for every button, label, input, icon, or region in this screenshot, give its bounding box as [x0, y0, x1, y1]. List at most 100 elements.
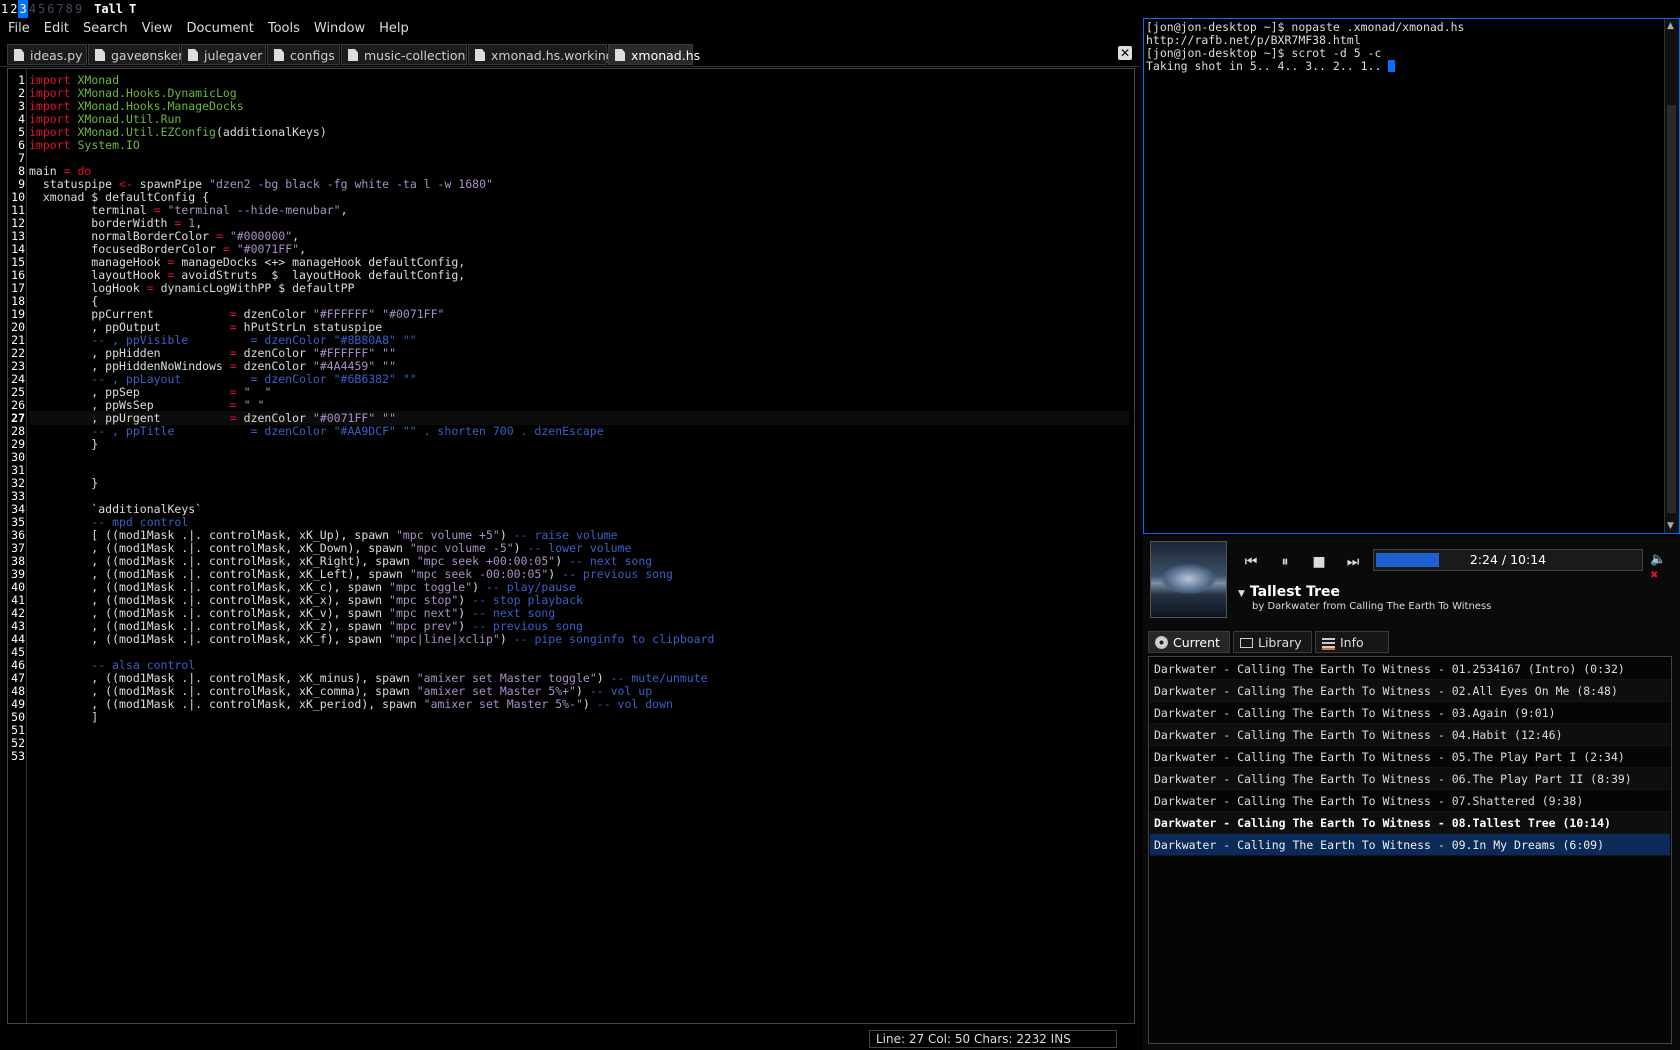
close-tab-icon[interactable]: ✕: [1118, 46, 1132, 60]
playlist[interactable]: Darkwater - Calling The Earth To Witness…: [1148, 656, 1672, 1044]
tab-gave-nsker[interactable]: gaveønsker: [88, 44, 183, 65]
tab-configs[interactable]: configs: [267, 44, 340, 65]
menu-search[interactable]: Search: [83, 18, 128, 40]
code-line[interactable]: , ppOutput = hPutStrLn statuspipe: [29, 320, 1129, 334]
code-line[interactable]: ppCurrent = dzenColor "#FFFFFF" "#0071FF…: [29, 307, 1129, 321]
code-line[interactable]: layoutHook = avoidStruts $ layoutHook de…: [29, 268, 1129, 282]
scroll-down-icon[interactable]: ▼: [1667, 521, 1674, 531]
code-line[interactable]: statuspipe <- spawnPipe "dzen2 -bg black…: [29, 177, 1129, 191]
code-line[interactable]: , ((mod1Mask .|. controlMask, xK_Left), …: [29, 567, 1129, 581]
workspace-1[interactable]: 1: [0, 0, 9, 18]
playlist-row[interactable]: Darkwater - Calling The Earth To Witness…: [1150, 658, 1670, 680]
code-line[interactable]: `additionalKeys`: [29, 502, 1129, 516]
terminal-scrollbar[interactable]: ▲ ▼: [1664, 19, 1679, 533]
code-line[interactable]: , ppHidden = dzenColor "#FFFFFF" "": [29, 346, 1129, 360]
code-line[interactable]: import XMonad.Hooks.DynamicLog: [29, 86, 1129, 100]
code-line[interactable]: import System.IO: [29, 138, 1129, 152]
line-number: 14: [11, 242, 25, 256]
tab-xmonad-hs[interactable]: xmonad.hs: [608, 44, 700, 65]
code-line[interactable]: normalBorderColor = "#000000",: [29, 229, 1129, 243]
code-line[interactable]: xmonad $ defaultConfig {: [29, 190, 1129, 204]
code-line[interactable]: main = do: [29, 164, 1129, 178]
layout-indicator[interactable]: Tall: [93, 0, 124, 18]
menu-window[interactable]: Window: [314, 18, 365, 40]
code-line[interactable]: }: [29, 437, 1129, 451]
next-track-icon[interactable]: ⏭: [1341, 552, 1365, 572]
playlist-row[interactable]: Darkwater - Calling The Earth To Witness…: [1150, 746, 1670, 768]
scrollbar-thumb[interactable]: [1667, 105, 1676, 513]
playlist-row[interactable]: Darkwater - Calling The Earth To Witness…: [1150, 834, 1670, 856]
workspace-5[interactable]: 5: [37, 0, 46, 18]
code-line[interactable]: }: [29, 476, 1129, 490]
code-line[interactable]: , ((mod1Mask .|. controlMask, xK_Right),…: [29, 554, 1129, 568]
line-number: 32: [11, 476, 25, 490]
menu-help[interactable]: Help: [379, 18, 409, 40]
playlist-row[interactable]: Darkwater - Calling The Earth To Witness…: [1150, 724, 1670, 746]
code-line[interactable]: , ((mod1Mask .|. controlMask, xK_Down), …: [29, 541, 1129, 555]
code-line[interactable]: , ppHiddenNoWindows = dzenColor "#4A4459…: [29, 359, 1129, 373]
code-line[interactable]: [ ((mod1Mask .|. controlMask, xK_Up), sp…: [29, 528, 1129, 542]
scroll-up-icon[interactable]: ▲: [1667, 21, 1674, 31]
volume-muted-icon[interactable]: 🔈✖: [1650, 552, 1672, 581]
code-line[interactable]: ]: [29, 710, 1129, 724]
playlist-row[interactable]: Darkwater - Calling The Earth To Witness…: [1150, 812, 1670, 834]
tab-ideas-py[interactable]: ideas.py: [7, 44, 87, 65]
menu-file[interactable]: File: [8, 18, 30, 40]
code-line[interactable]: borderWidth = 1,: [29, 216, 1129, 230]
code-line[interactable]: -- , ppTitle = dzenColor "#AA9DCF" "" . …: [29, 424, 1129, 438]
workspace-8[interactable]: 8: [65, 0, 74, 18]
code-line[interactable]: , ((mod1Mask .|. controlMask, xK_minus),…: [29, 671, 1129, 685]
workspace-7[interactable]: 7: [55, 0, 64, 18]
playlist-row[interactable]: Darkwater - Calling The Earth To Witness…: [1150, 790, 1670, 812]
workspace-9[interactable]: 9: [74, 0, 83, 18]
player-tab-current[interactable]: Current: [1148, 631, 1230, 653]
tab-julegaver[interactable]: julegaver: [181, 44, 266, 65]
code-line[interactable]: -- mpd control: [29, 515, 1129, 529]
tab-music-collection[interactable]: music-collection: [341, 44, 467, 65]
code-line[interactable]: , ((mod1Mask .|. controlMask, xK_f), spa…: [29, 632, 1129, 646]
workspace-3[interactable]: 3: [18, 0, 28, 18]
code-line[interactable]: -- , ppLayout = dzenColor "#6B6382" "": [29, 372, 1129, 386]
previous-track-icon[interactable]: ⏮: [1239, 552, 1263, 572]
workspace-2[interactable]: 2: [9, 0, 18, 18]
code-line[interactable]: , ((mod1Mask .|. controlMask, xK_c), spa…: [29, 580, 1129, 594]
workspace-6[interactable]: 6: [46, 0, 55, 18]
menu-document[interactable]: Document: [186, 18, 253, 40]
stop-icon[interactable]: ■: [1307, 552, 1331, 572]
terminal-window[interactable]: [jon@jon-desktop ~]$ nopaste .xmonad/xmo…: [1143, 18, 1680, 534]
code-line[interactable]: -- alsa control: [29, 658, 1129, 672]
code-line[interactable]: import XMonad.Hooks.ManageDocks: [29, 99, 1129, 113]
code-line[interactable]: import XMonad.Util.EZConfig(additionalKe…: [29, 125, 1129, 139]
menu-view[interactable]: View: [142, 18, 173, 40]
code-editor[interactable]: 1 2 3 4 5 6 7 8 9 10 11 12 13 14 15 16 17 18 19 20 21 22 23 24 2…: [7, 68, 1135, 1024]
code-line[interactable]: import XMonad: [29, 73, 1129, 87]
code-line[interactable]: focusedBorderColor = "#0071FF",: [29, 242, 1129, 256]
player-tab-info[interactable]: Info: [1315, 631, 1389, 653]
pause-icon[interactable]: ⏸: [1273, 552, 1297, 572]
code-line[interactable]: , ((mod1Mask .|. controlMask, xK_v), spa…: [29, 606, 1129, 620]
code-line[interactable]: manageHook = manageDocks <+> manageHook …: [29, 255, 1129, 269]
code-line[interactable]: , ((mod1Mask .|. controlMask, xK_period)…: [29, 697, 1129, 711]
code-line[interactable]: , ((mod1Mask .|. controlMask, xK_z), spa…: [29, 619, 1129, 633]
code-line[interactable]: , ppSep = " ": [29, 385, 1129, 399]
code-line[interactable]: , ((mod1Mask .|. controlMask, xK_comma),…: [29, 684, 1129, 698]
code-line[interactable]: logHook = dynamicLogWithPP $ defaultPP: [29, 281, 1129, 295]
code-line[interactable]: , ppWsSep = " ": [29, 398, 1129, 412]
player-tab-library[interactable]: Library: [1233, 631, 1312, 653]
code-token: ): [596, 671, 611, 685]
workspace-4[interactable]: 4: [28, 0, 37, 18]
expand-triangle-icon[interactable]: ▼: [1238, 589, 1245, 599]
code-line[interactable]: , ((mod1Mask .|. controlMask, xK_x), spa…: [29, 593, 1129, 607]
code-line[interactable]: , ppUrgent = dzenColor "#0071FF" "": [29, 411, 1129, 425]
playlist-row[interactable]: Darkwater - Calling The Earth To Witness…: [1150, 702, 1670, 724]
playlist-row[interactable]: Darkwater - Calling The Earth To Witness…: [1150, 768, 1670, 790]
code-line[interactable]: import XMonad.Util.Run: [29, 112, 1129, 126]
code-line[interactable]: terminal = "terminal --hide-menubar",: [29, 203, 1129, 217]
code-line[interactable]: -- , ppVisible = dzenColor "#8B80A8" "": [29, 333, 1129, 347]
menu-tools[interactable]: Tools: [268, 18, 300, 40]
seek-bar[interactable]: 2:24 / 10:14: [1373, 549, 1643, 571]
playlist-row[interactable]: Darkwater - Calling The Earth To Witness…: [1150, 680, 1670, 702]
menu-edit[interactable]: Edit: [44, 18, 69, 40]
code-line[interactable]: {: [29, 294, 1129, 308]
tab-xmonad-hs-working[interactable]: xmonad.hs.working: [468, 44, 614, 65]
